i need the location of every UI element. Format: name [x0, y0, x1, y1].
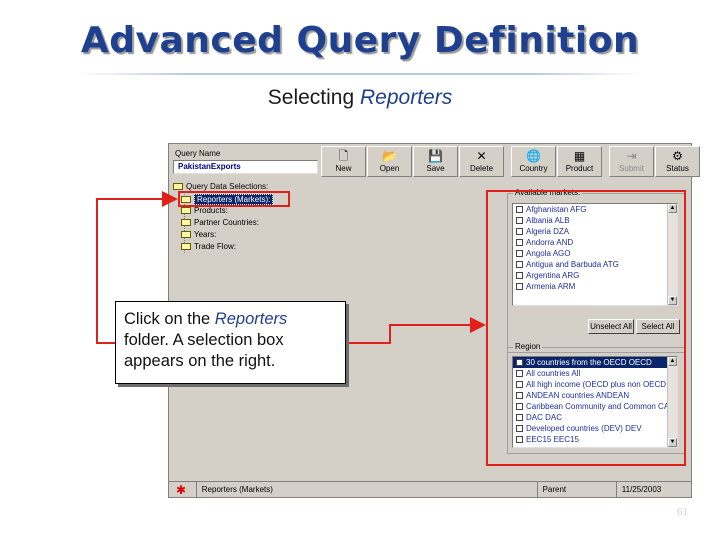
- callout-text: Click on the: [124, 310, 215, 328]
- arrow-to-selection-panel: [346, 317, 486, 344]
- callout-arrows: [96, 191, 486, 344]
- instruction-callout: Click on the Reporters folder. A selecti…: [115, 301, 346, 384]
- page-number: 61: [677, 506, 688, 518]
- callout-italic: Reporters: [214, 310, 288, 328]
- callout-text-rest: folder. A selection box appears on the r…: [124, 331, 284, 370]
